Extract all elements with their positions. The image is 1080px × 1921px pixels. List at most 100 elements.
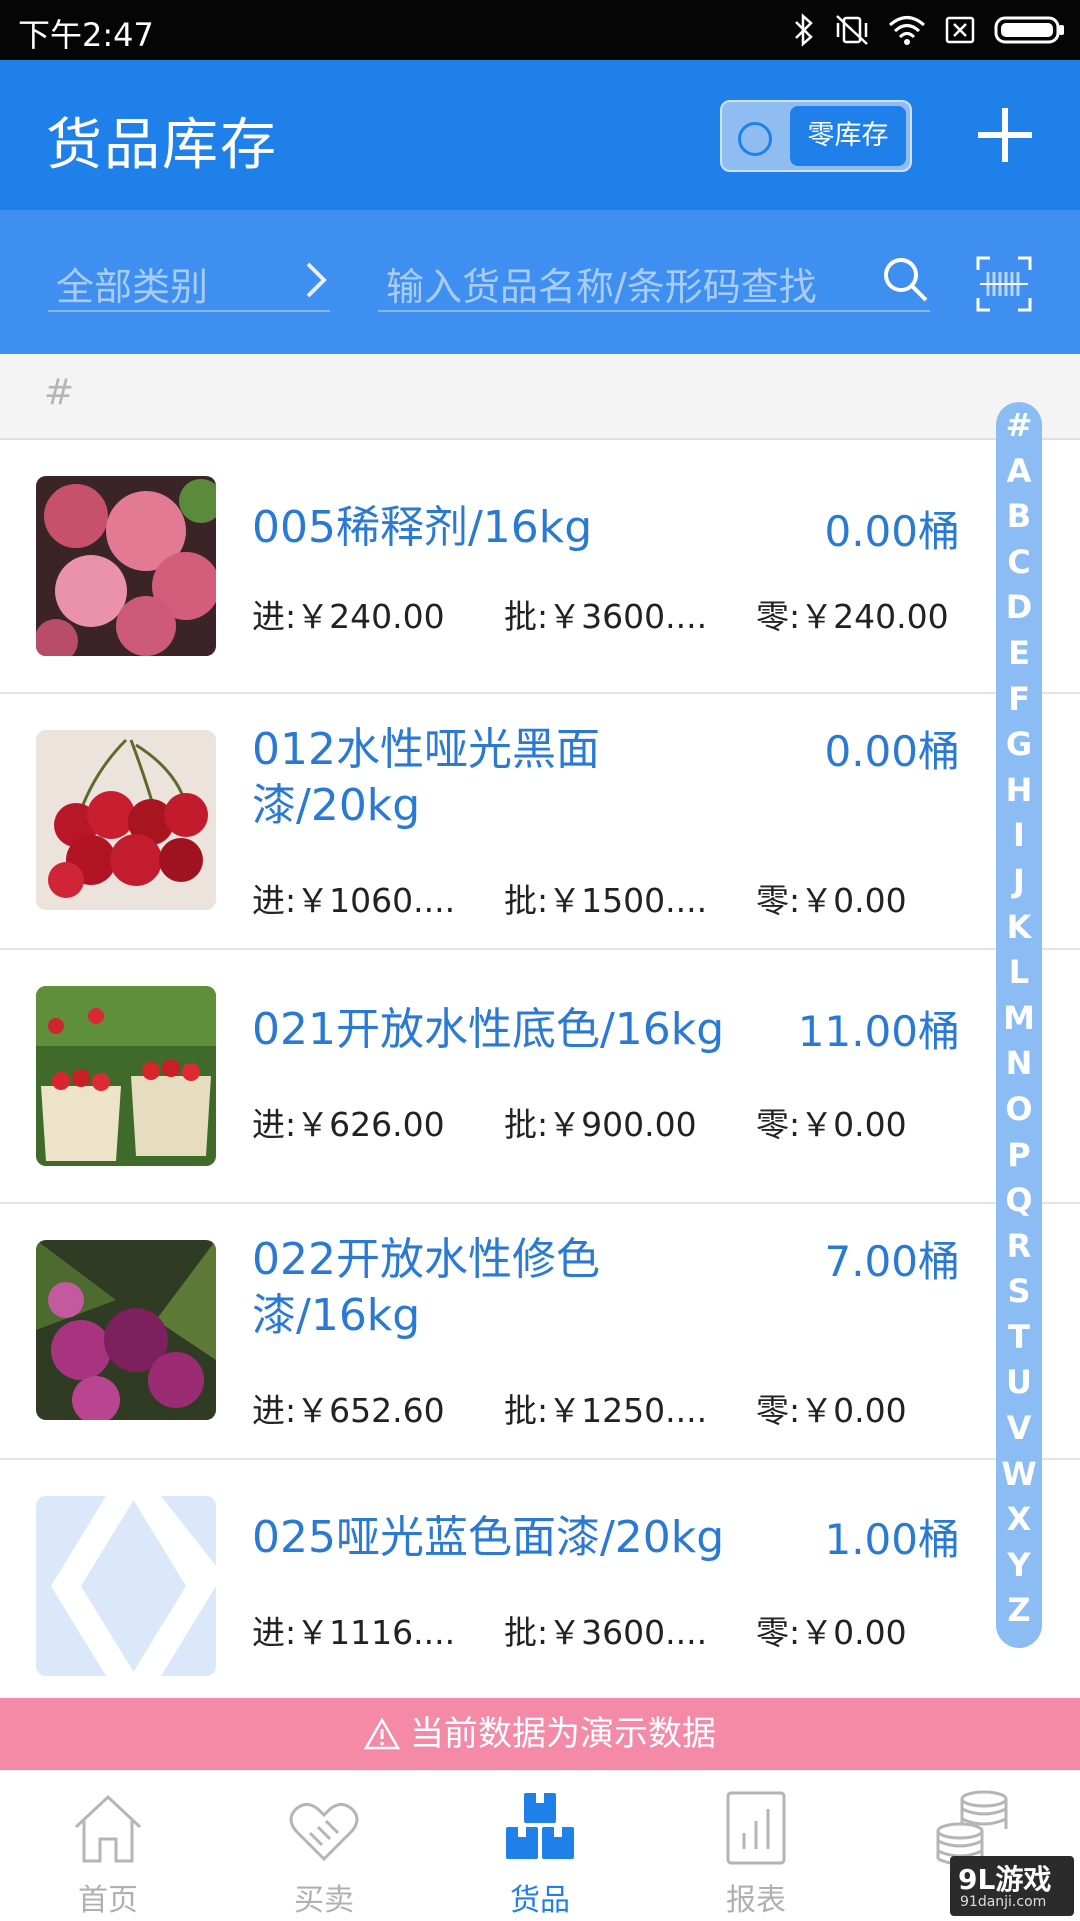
product-name: 005稀释剂/16kg [252, 502, 593, 553]
product-name: 012水性哑光黑面漆/20kg [252, 724, 600, 831]
product-list: 005稀释剂/16kg 0.00桶 进:￥240.00 批:￥3600.... … [0, 440, 1080, 1700]
index-letter[interactable]: H [996, 767, 1042, 813]
tab-reports[interactable]: 报表 [648, 1771, 864, 1921]
wholesale-price: 批:￥1500.... [504, 881, 708, 920]
index-letter[interactable]: R [996, 1223, 1042, 1269]
index-letter[interactable]: N [996, 1040, 1042, 1086]
retail-price: 零:￥0.00 [756, 1105, 907, 1144]
bayberry-photo [36, 1240, 216, 1420]
cherry-baskets-photo [36, 986, 216, 1166]
vibrate-off-icon [836, 15, 868, 45]
barcode-scan-icon[interactable] [976, 256, 1032, 312]
wholesale-price: 批:￥3600.... [504, 597, 708, 636]
placeholder-logo [36, 1496, 216, 1676]
index-letter[interactable]: C [996, 539, 1042, 585]
purchase-price: 进:￥626.00 [252, 1105, 445, 1144]
index-letter[interactable]: # [996, 402, 1042, 448]
watermark-brand: 9L游戏 [958, 1863, 1052, 1896]
index-letter[interactable]: B [996, 493, 1042, 539]
index-letter[interactable]: L [996, 949, 1042, 995]
demo-data-banner: 当前数据为演示数据 [0, 1698, 1080, 1770]
section-header: # [0, 354, 1080, 440]
product-name: 022开放水性修色漆/16kg [252, 1234, 600, 1341]
product-quantity: 11.00桶 [797, 1007, 960, 1056]
purchase-price: 进:￥1116.... [252, 1613, 456, 1652]
index-letter[interactable]: S [996, 1268, 1042, 1314]
index-letter[interactable]: Z [996, 1587, 1042, 1633]
lychee-photo [36, 476, 216, 656]
wholesale-price: 批:￥3600.... [504, 1613, 708, 1652]
sim-off-icon [945, 16, 975, 44]
watermark-url: 91danji.com [960, 1894, 1047, 1910]
index-letter[interactable]: F [996, 676, 1042, 722]
retail-price: 零:￥0.00 [756, 1391, 907, 1430]
retail-price: 零:￥0.00 [756, 881, 907, 920]
battery-icon [994, 16, 1064, 44]
search-placeholder: 输入货品名称/条形码查找 [386, 265, 817, 309]
tab-goods[interactable]: 货品 [432, 1771, 648, 1921]
chart-icon [726, 1791, 786, 1865]
tab-label: 货品 [510, 1883, 570, 1918]
product-row[interactable]: 012水性哑光黑面漆/20kg 0.00桶 进:￥1060.... 批:￥150… [0, 694, 1080, 950]
zero-stock-toggle-label: 零库存 [790, 106, 906, 166]
index-letter[interactable]: V [996, 1405, 1042, 1451]
app-header: 货品库存 零库存 [0, 60, 1080, 210]
index-letter[interactable]: X [996, 1496, 1042, 1542]
product-quantity: 7.00桶 [824, 1237, 960, 1286]
warning-icon [363, 1717, 401, 1750]
tab-label: 报表 [726, 1883, 786, 1918]
home-icon [74, 1794, 142, 1863]
product-name: 025哑光蓝色面漆/20kg [252, 1512, 725, 1563]
handshake-icon [289, 1803, 359, 1862]
demo-banner-text: 当前数据为演示数据 [410, 1714, 716, 1754]
product-quantity: 0.00桶 [824, 507, 960, 556]
index-letter[interactable]: G [996, 721, 1042, 767]
product-row[interactable]: 022开放水性修色漆/16kg 7.00桶 进:￥652.60 批:￥1250.… [0, 1204, 1080, 1460]
index-letter[interactable]: T [996, 1314, 1042, 1360]
wifi-icon [889, 16, 925, 45]
wholesale-price: 批:￥1250.... [504, 1391, 708, 1430]
chevron-right-icon [306, 262, 327, 298]
page-title: 货品库存 [46, 113, 278, 178]
site-watermark: 9L游戏 91danji.com [950, 1856, 1074, 1916]
search-icon[interactable] [880, 254, 930, 304]
index-letter[interactable]: W [996, 1451, 1042, 1497]
index-letter[interactable]: U [996, 1359, 1042, 1405]
retail-price: 零:￥240.00 [756, 597, 949, 636]
product-row[interactable]: 021开放水性底色/16kg 11.00桶 进:￥626.00 批:￥900.0… [0, 950, 1080, 1204]
tab-trade[interactable]: 买卖 [216, 1771, 432, 1921]
toggle-knob [738, 122, 772, 156]
search-input[interactable]: 输入货品名称/条形码查找 [378, 250, 930, 312]
product-row[interactable]: 025哑光蓝色面漆/20kg 1.00桶 进:￥1116.... 批:￥3600… [0, 1460, 1080, 1700]
tab-home[interactable]: 首页 [0, 1771, 216, 1921]
product-row[interactable]: 005稀释剂/16kg 0.00桶 进:￥240.00 批:￥3600.... … [0, 440, 1080, 694]
tab-label: 首页 [78, 1883, 138, 1918]
product-quantity: 0.00桶 [824, 727, 960, 776]
purchase-price: 进:￥240.00 [252, 597, 445, 636]
filter-bar: 全部类别 输入货品名称/条形码查找 [0, 210, 1080, 354]
alphabet-index[interactable]: # A B C D E F G H I J K L M N O P Q R S … [996, 402, 1042, 1648]
index-letter[interactable]: I [996, 812, 1042, 858]
cherries-photo [36, 730, 216, 910]
status-time: 下午2:47 [18, 16, 154, 54]
section-letter: # [44, 372, 75, 413]
category-selector[interactable]: 全部类别 [48, 250, 330, 312]
add-item-button[interactable] [978, 108, 1032, 162]
tab-label: 买卖 [294, 1883, 354, 1918]
status-bar: 下午2:47 [0, 0, 1080, 60]
category-label: 全部类别 [56, 265, 209, 309]
index-letter[interactable]: E [996, 630, 1042, 676]
index-letter[interactable]: J [996, 858, 1042, 904]
index-letter[interactable]: K [996, 904, 1042, 950]
product-name: 021开放水性底色/16kg [252, 1004, 725, 1055]
index-letter[interactable]: D [996, 584, 1042, 630]
index-letter[interactable]: M [996, 995, 1042, 1041]
index-letter[interactable]: Q [996, 1177, 1042, 1223]
index-letter[interactable]: O [996, 1086, 1042, 1132]
boxes-icon [506, 1793, 574, 1859]
zero-stock-toggle[interactable]: 零库存 [720, 100, 912, 172]
index-letter[interactable]: A [996, 448, 1042, 494]
index-letter[interactable]: Y [996, 1542, 1042, 1588]
purchase-price: 进:￥1060.... [252, 881, 456, 920]
index-letter[interactable]: P [996, 1132, 1042, 1178]
